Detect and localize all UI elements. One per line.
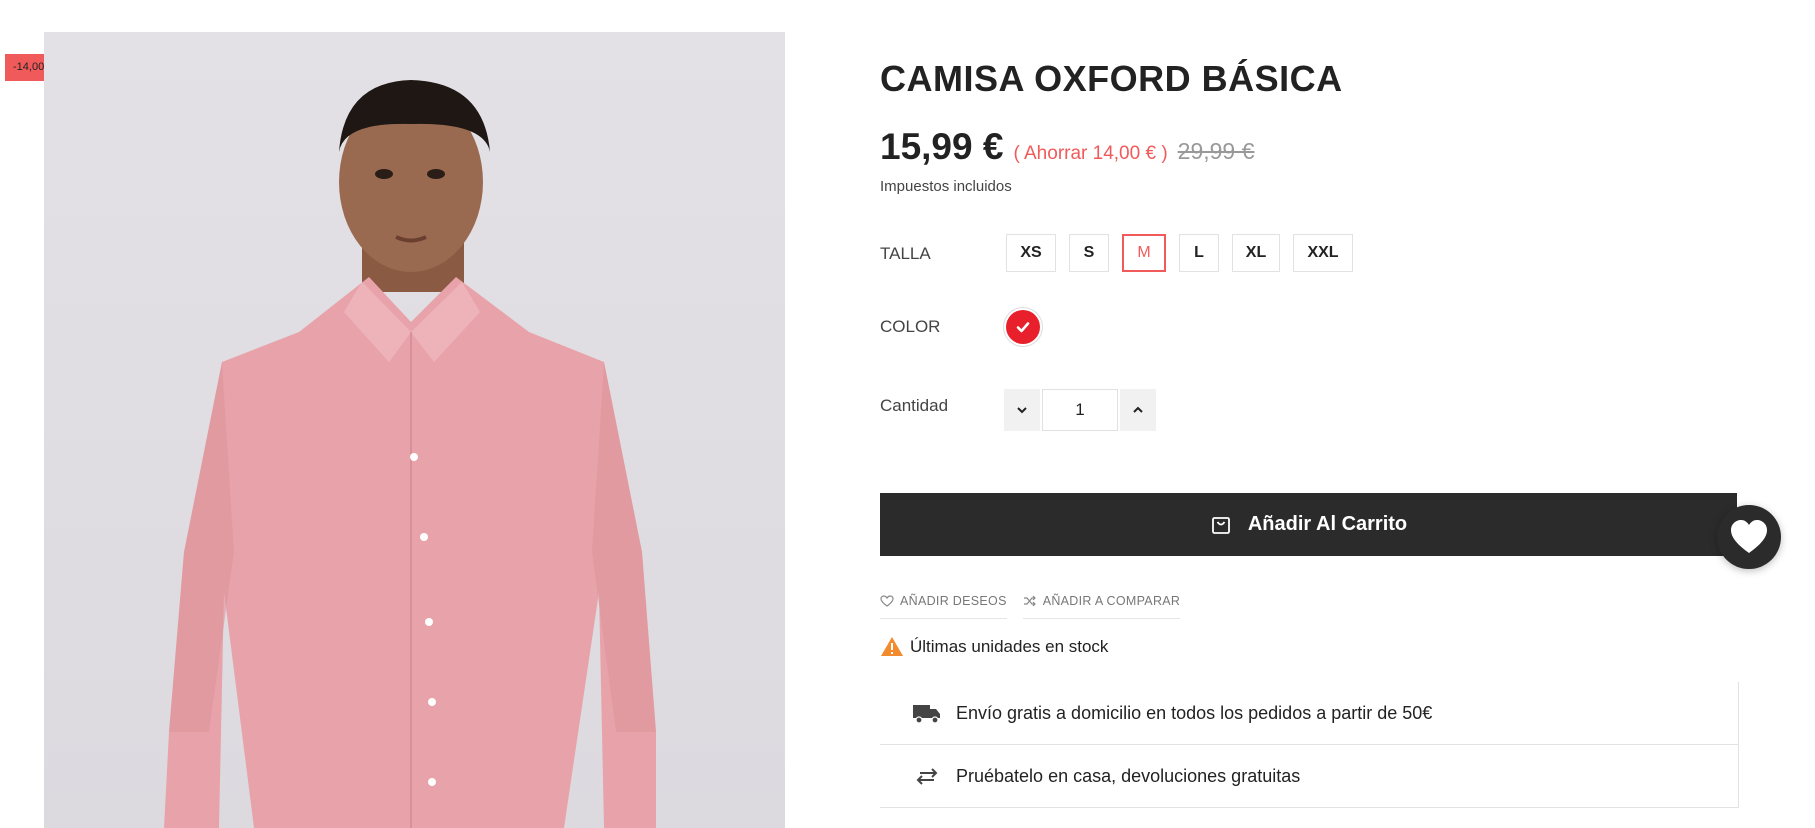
- quantity-label: Cantidad: [880, 396, 949, 415]
- add-to-cart-button[interactable]: Añadir Al Carrito: [880, 493, 1737, 556]
- shipping-text: Envío gratis a domicilio en todos los pe…: [956, 702, 1433, 723]
- add-to-cart-label: Añadir Al Carrito: [1247, 513, 1408, 535]
- tax-note: Impuestos incluidos: [880, 178, 1012, 195]
- size-option-m[interactable]: M: [1122, 234, 1166, 272]
- add-to-compare-link[interactable]: AÑADIR A COMPARAR: [1022, 594, 1181, 619]
- add-to-wishlist-link[interactable]: AÑADIR DESEOS: [880, 594, 1007, 619]
- savings-text: ( Ahorrar 14,00 € ): [1013, 143, 1168, 164]
- shipping-info: Envío gratis a domicilio en todos los pe…: [880, 682, 1738, 745]
- current-price: 15,99 €: [880, 126, 1004, 167]
- chevron-up-icon: [1133, 406, 1143, 413]
- size-option-xs[interactable]: XS: [1006, 234, 1056, 272]
- product-image[interactable]: [44, 32, 785, 828]
- color-swatch-red[interactable]: [1006, 310, 1040, 344]
- returns-text: Pruébatelo en casa, devoluciones gratuit…: [956, 765, 1301, 786]
- size-option-xl[interactable]: XL: [1232, 234, 1280, 272]
- size-option-s[interactable]: S: [1069, 234, 1109, 272]
- old-price: 29,99 €: [1177, 138, 1255, 164]
- stock-warning: Últimas unidades en stock: [880, 636, 1108, 657]
- quantity-stepper: 1: [1004, 389, 1156, 431]
- shuffle-icon: [1023, 595, 1036, 607]
- size-label: TALLA: [880, 244, 931, 263]
- increase-quantity-button[interactable]: [1120, 389, 1156, 431]
- quantity-input[interactable]: 1: [1042, 389, 1118, 431]
- heart-outline-icon: [880, 595, 894, 607]
- wishlist-label: AÑADIR DESEOS: [900, 594, 1007, 608]
- delivery-truck-icon: [913, 705, 940, 724]
- size-option-xxl[interactable]: XXL: [1293, 234, 1353, 272]
- model-shirt-illustration: [164, 80, 656, 828]
- size-selector: XS S M L XL XXL: [1006, 234, 1353, 272]
- check-icon: [1016, 322, 1030, 333]
- shopping-bag-icon: [1211, 516, 1230, 534]
- size-option-l[interactable]: L: [1179, 234, 1219, 272]
- favorite-button[interactable]: [1717, 505, 1781, 569]
- stock-message: Últimas unidades en stock: [910, 636, 1109, 656]
- warning-icon: [881, 637, 903, 656]
- chevron-down-icon: [1017, 407, 1027, 414]
- color-label: COLOR: [880, 317, 941, 336]
- price-row: 15,99 € ( Ahorrar 14,00 € ) 29,99 €: [880, 126, 1254, 168]
- shop-benefits: Envío gratis a domicilio en todos los pe…: [880, 682, 1739, 808]
- returns-info: Pruébatelo en casa, devoluciones gratuit…: [880, 745, 1738, 808]
- decrease-quantity-button[interactable]: [1004, 389, 1040, 431]
- secondary-actions: AÑADIR DESEOS AÑADIR A COMPARAR: [880, 594, 1181, 619]
- heart-icon: [1731, 520, 1767, 553]
- product-title: CAMISA OXFORD BÁSICA: [880, 58, 1343, 99]
- exchange-arrows-icon: [916, 768, 938, 785]
- compare-label: AÑADIR A COMPARAR: [1042, 594, 1181, 608]
